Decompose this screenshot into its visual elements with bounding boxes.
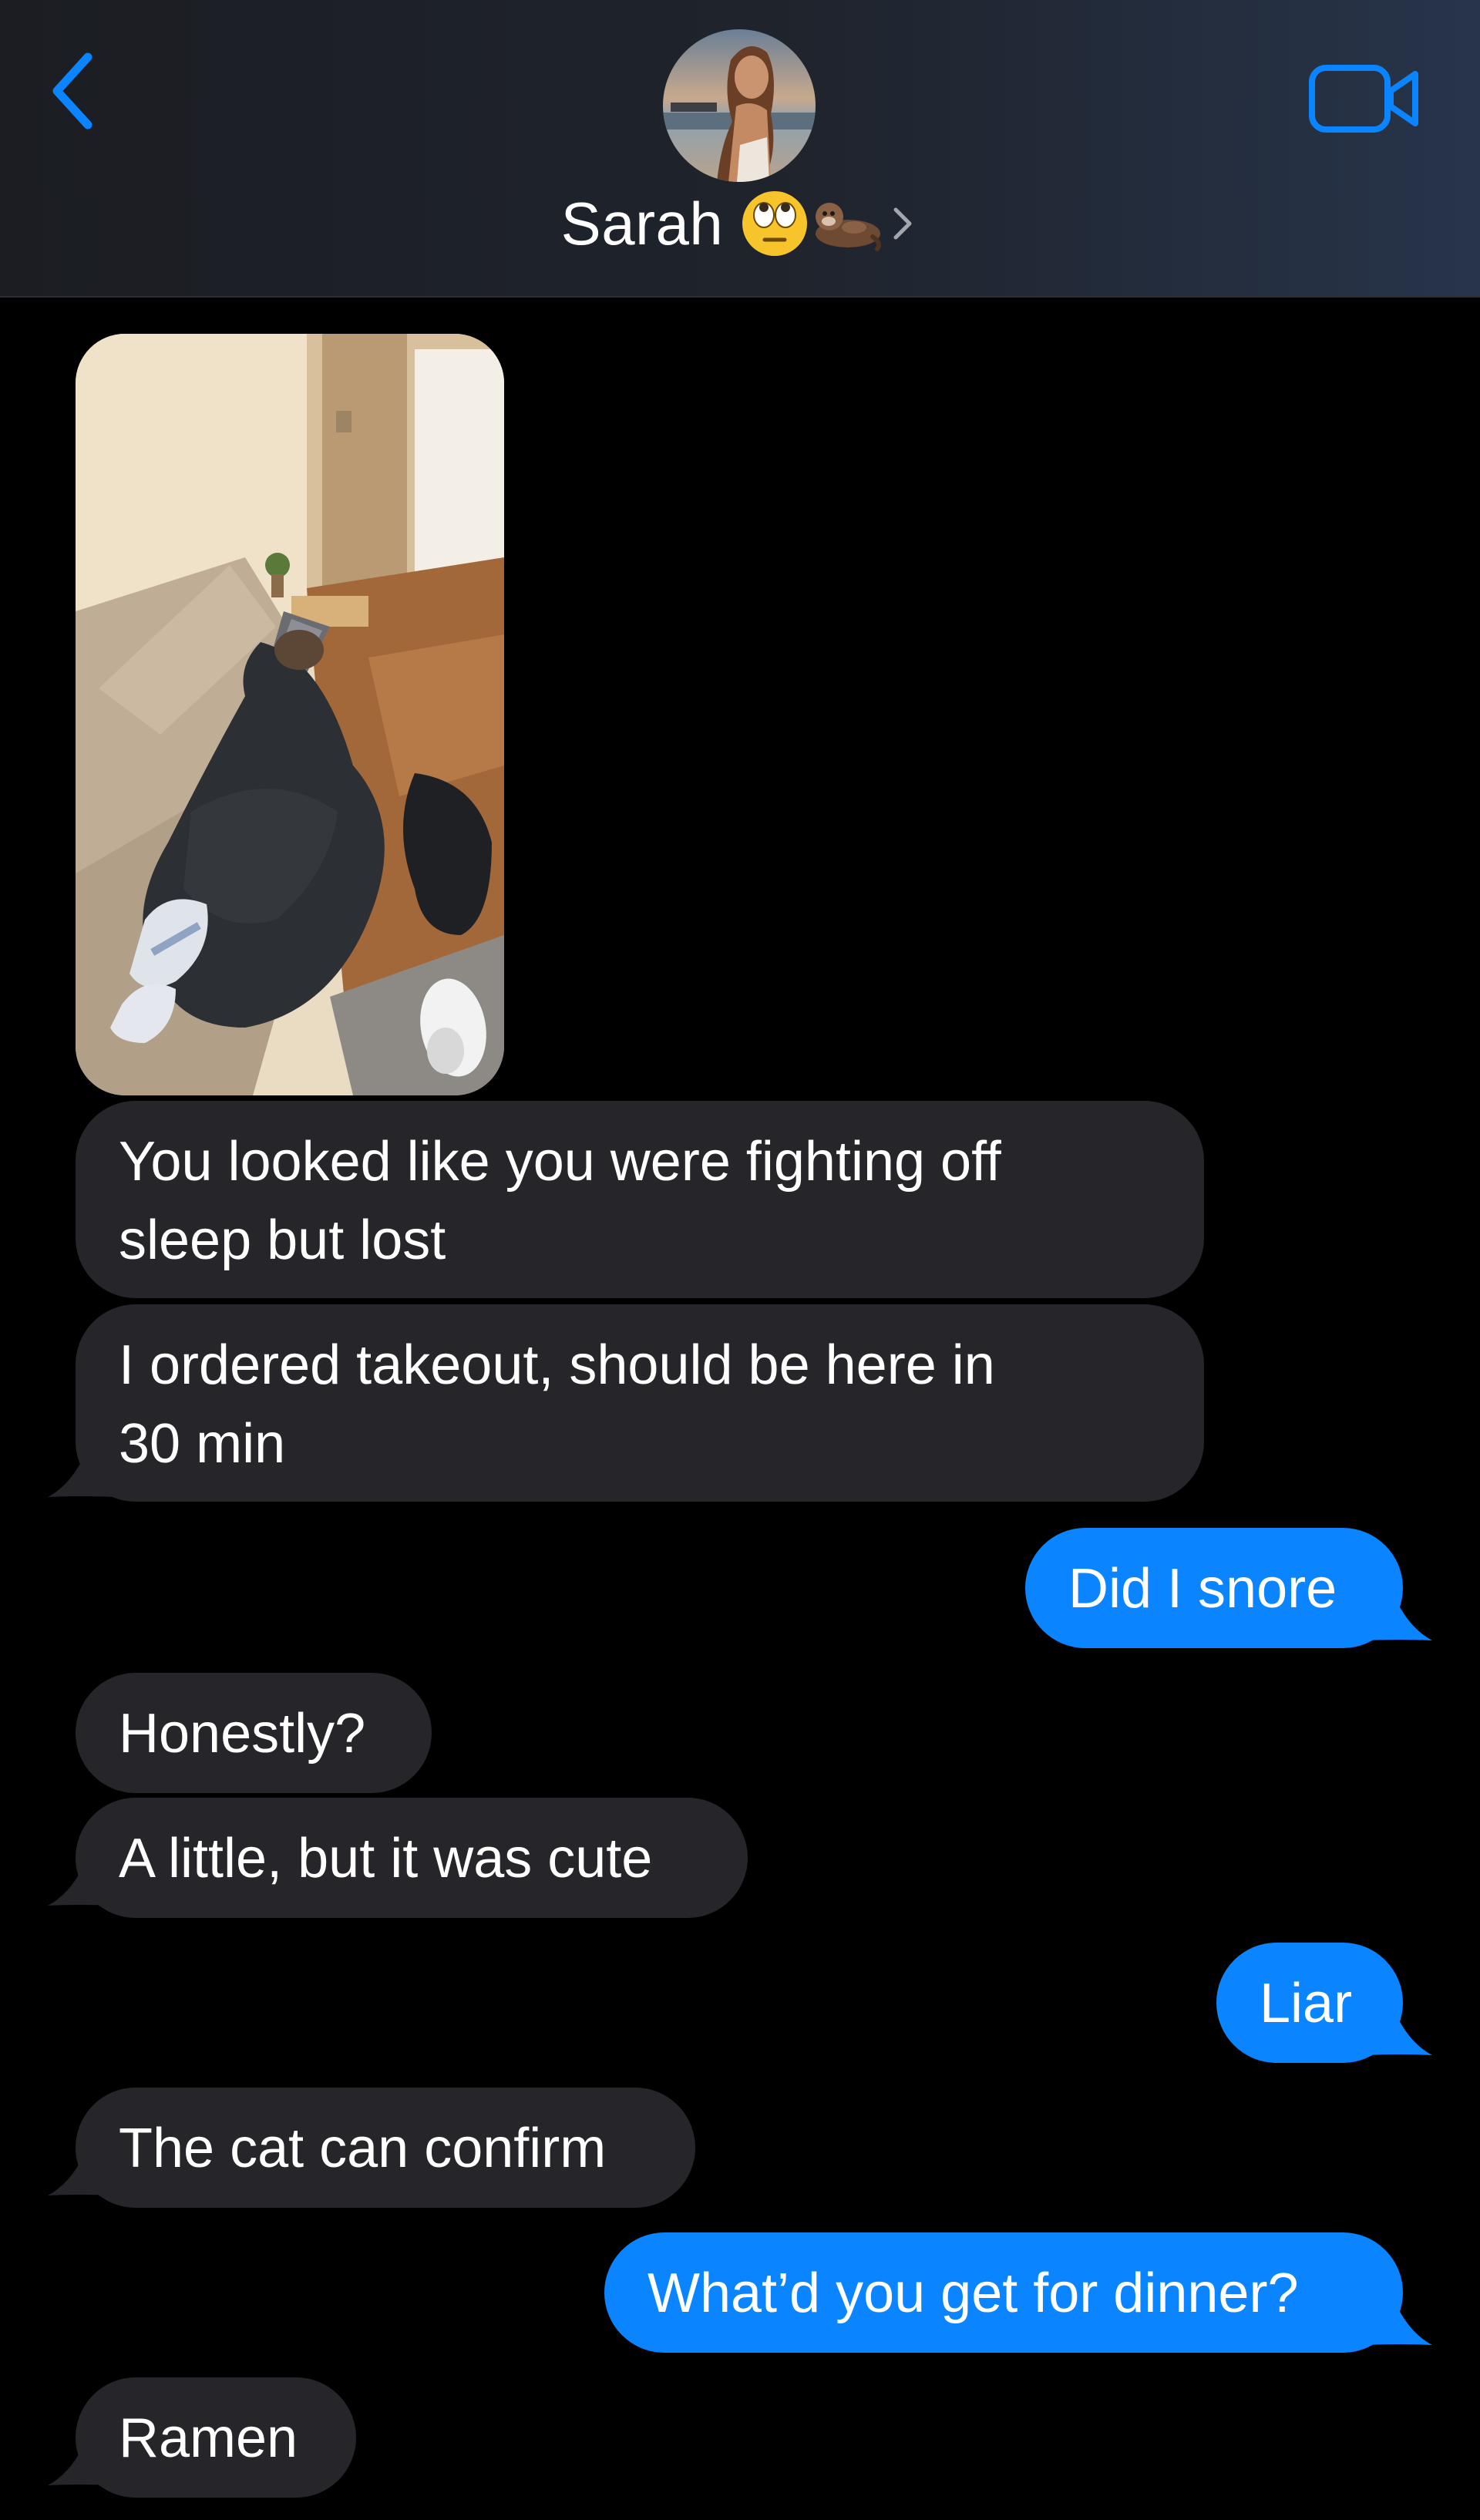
message-text: What’d you get for dinner? bbox=[648, 2263, 1299, 2324]
message-line: You looked like you were fighting off bbox=[119, 1131, 1001, 1193]
contact-avatar[interactable] bbox=[663, 29, 816, 182]
message-text: Ramen bbox=[119, 2407, 298, 2469]
message-text: Liar bbox=[1260, 1973, 1353, 2034]
otter-emoji-icon bbox=[809, 189, 883, 258]
outgoing-message-bubble[interactable]: What’d you get for dinner? bbox=[604, 2232, 1403, 2353]
incoming-message-bubble[interactable]: A little, but it was cute bbox=[76, 1798, 748, 1918]
incoming-message-bubble[interactable]: You looked like you were fighting off sl… bbox=[76, 1101, 1204, 1298]
message-text: A little, but it was cute bbox=[119, 1828, 653, 1889]
message-line: I ordered takeout, should be here in bbox=[119, 1334, 995, 1396]
message-text: Did I snore bbox=[1068, 1558, 1337, 1620]
message-text: Honestly? bbox=[119, 1703, 366, 1765]
outgoing-message-bubble[interactable]: Did I snore bbox=[1025, 1528, 1403, 1648]
incoming-message-bubble[interactable]: The cat can confirm bbox=[76, 2088, 695, 2208]
incoming-message-bubble[interactable]: Honestly? bbox=[76, 1673, 432, 1793]
incoming-message-bubble[interactable]: Ramen bbox=[76, 2377, 356, 2498]
photo-attachment bbox=[76, 334, 504, 1095]
incoming-message-bubble[interactable]: I ordered takeout, should be here in 30 … bbox=[76, 1304, 1204, 1502]
avatar-photo bbox=[663, 29, 816, 182]
rolling-eyes-emoji-icon bbox=[740, 189, 809, 258]
facetime-video-button[interactable] bbox=[1307, 60, 1423, 137]
chevron-left-icon bbox=[52, 52, 92, 130]
chevron-right-icon bbox=[888, 200, 919, 247]
video-camera-icon bbox=[1309, 65, 1418, 133]
outgoing-message-bubble[interactable]: Liar bbox=[1216, 1943, 1403, 2063]
message-line: 30 min bbox=[119, 1413, 286, 1475]
conversation-header: Sarah bbox=[0, 0, 1480, 298]
message-line: sleep but lost bbox=[119, 1210, 446, 1271]
back-button[interactable] bbox=[45, 48, 106, 133]
photo-message[interactable] bbox=[76, 334, 504, 1095]
contact-name-button[interactable]: Sarah bbox=[0, 185, 1480, 262]
contact-name: Sarah bbox=[560, 189, 724, 257]
message-text: The cat can confirm bbox=[119, 2118, 607, 2179]
